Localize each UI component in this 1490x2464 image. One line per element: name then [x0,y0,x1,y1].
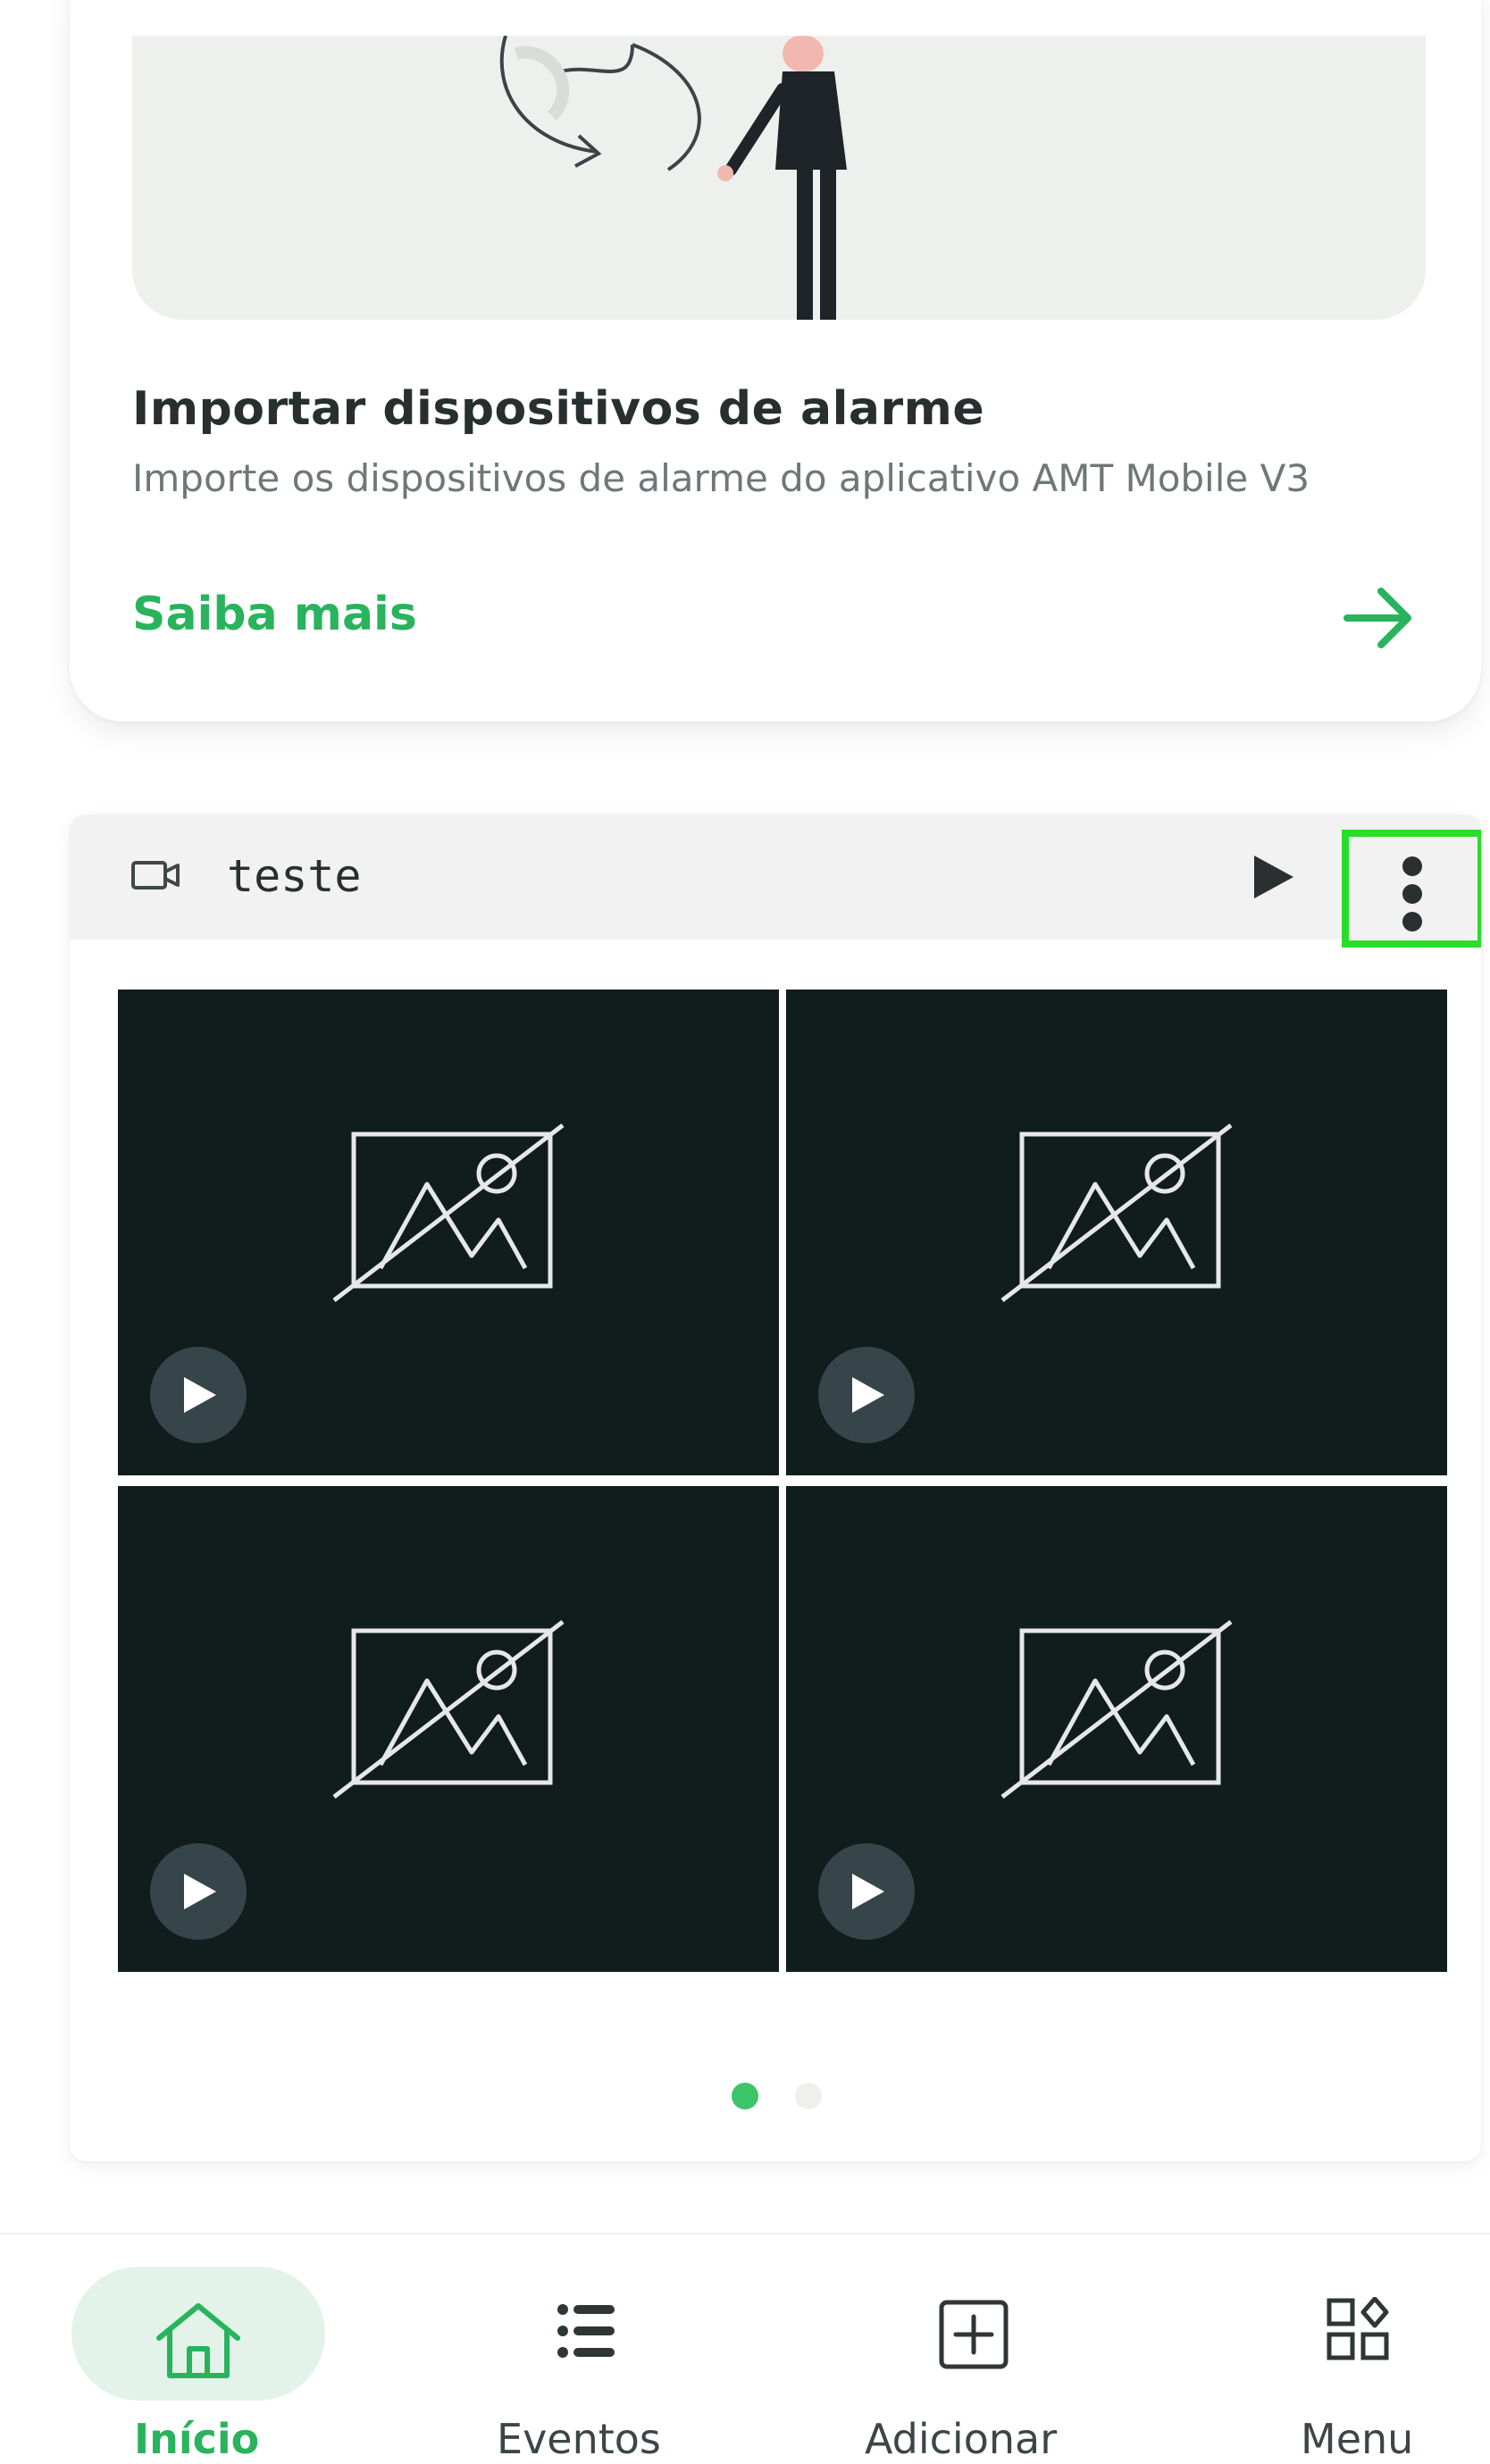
no-image-icon [329,1618,570,1804]
camera-tile[interactable] [118,990,779,1475]
page: Importar dispositivos de alarme Importe … [0,0,1490,2464]
camera-group-title: teste [227,850,362,902]
list-icon [556,2301,616,2365]
camera-tile[interactable] [786,1486,1447,1972]
grid-menu-icon [1326,2296,1390,2365]
camera-tile[interactable] [786,990,1447,1475]
no-image-icon [997,1122,1238,1307]
import-card-description: Importe os dispositivos de alarme do apl… [132,456,1310,500]
pager-dot[interactable] [795,2083,822,2109]
no-image-icon [997,1618,1238,1804]
camera-group-header: teste [70,814,1481,948]
kebab-dot [1402,884,1422,904]
import-card-title: Importar dispositivos de alarme [132,382,985,436]
nav-label-eventos[interactable]: Eventos [497,2415,661,2463]
pager-dot-active[interactable] [732,2083,758,2109]
nav-label-adicionar[interactable]: Adicionar [865,2415,1057,2463]
more-options-button[interactable] [1342,830,1481,948]
kebab-dot [1402,912,1422,931]
learn-more-link[interactable]: Saiba mais [132,588,417,641]
tile-play-button[interactable] [818,1347,915,1443]
no-image-icon [329,1122,570,1307]
play-all-button[interactable] [1247,850,1301,904]
nav-label-menu[interactable]: Menu [1301,2415,1413,2463]
home-icon [152,2299,245,2385]
nav-label-inicio[interactable]: Início [134,2415,259,2463]
kebab-dot [1402,856,1422,876]
video-camera-icon [130,857,180,893]
tile-play-button[interactable] [150,1843,247,1940]
tile-play-button[interactable] [818,1843,915,1940]
camera-group-card: teste [70,814,1481,2161]
tile-play-button[interactable] [150,1347,247,1443]
import-illustration [132,36,1426,320]
arrow-right-icon[interactable] [1340,581,1415,656]
add-square-icon [938,2299,1009,2374]
camera-tile[interactable] [118,1486,779,1972]
